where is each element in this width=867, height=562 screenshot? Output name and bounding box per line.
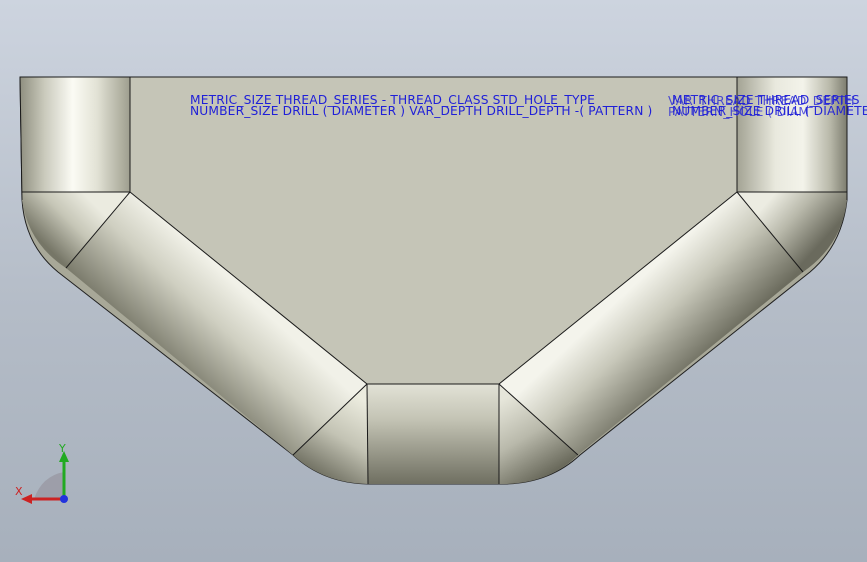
triad-xy-plane-icon (34, 472, 64, 499)
reference-triad (21, 451, 69, 504)
part-model[interactable] (0, 0, 867, 562)
y-axis-label: Y (59, 442, 66, 455)
z-axis-origin-icon (60, 495, 68, 503)
left-cylinder-face (20, 77, 130, 192)
bottom-flat-face (367, 384, 499, 484)
hole-callout-line-2[interactable]: NUMBER_SIZE DRILL ( DIAMETER ) VAR_DEPTH… (190, 105, 652, 117)
x-axis-label: X (15, 485, 23, 498)
hole-callout-overlap-4[interactable]: PATTERN_HOLE ( DIAM (668, 106, 809, 118)
cad-graphics-viewport[interactable]: METRIC_SIZE THREAD_SERIES - THREAD_CLASS… (0, 0, 867, 562)
